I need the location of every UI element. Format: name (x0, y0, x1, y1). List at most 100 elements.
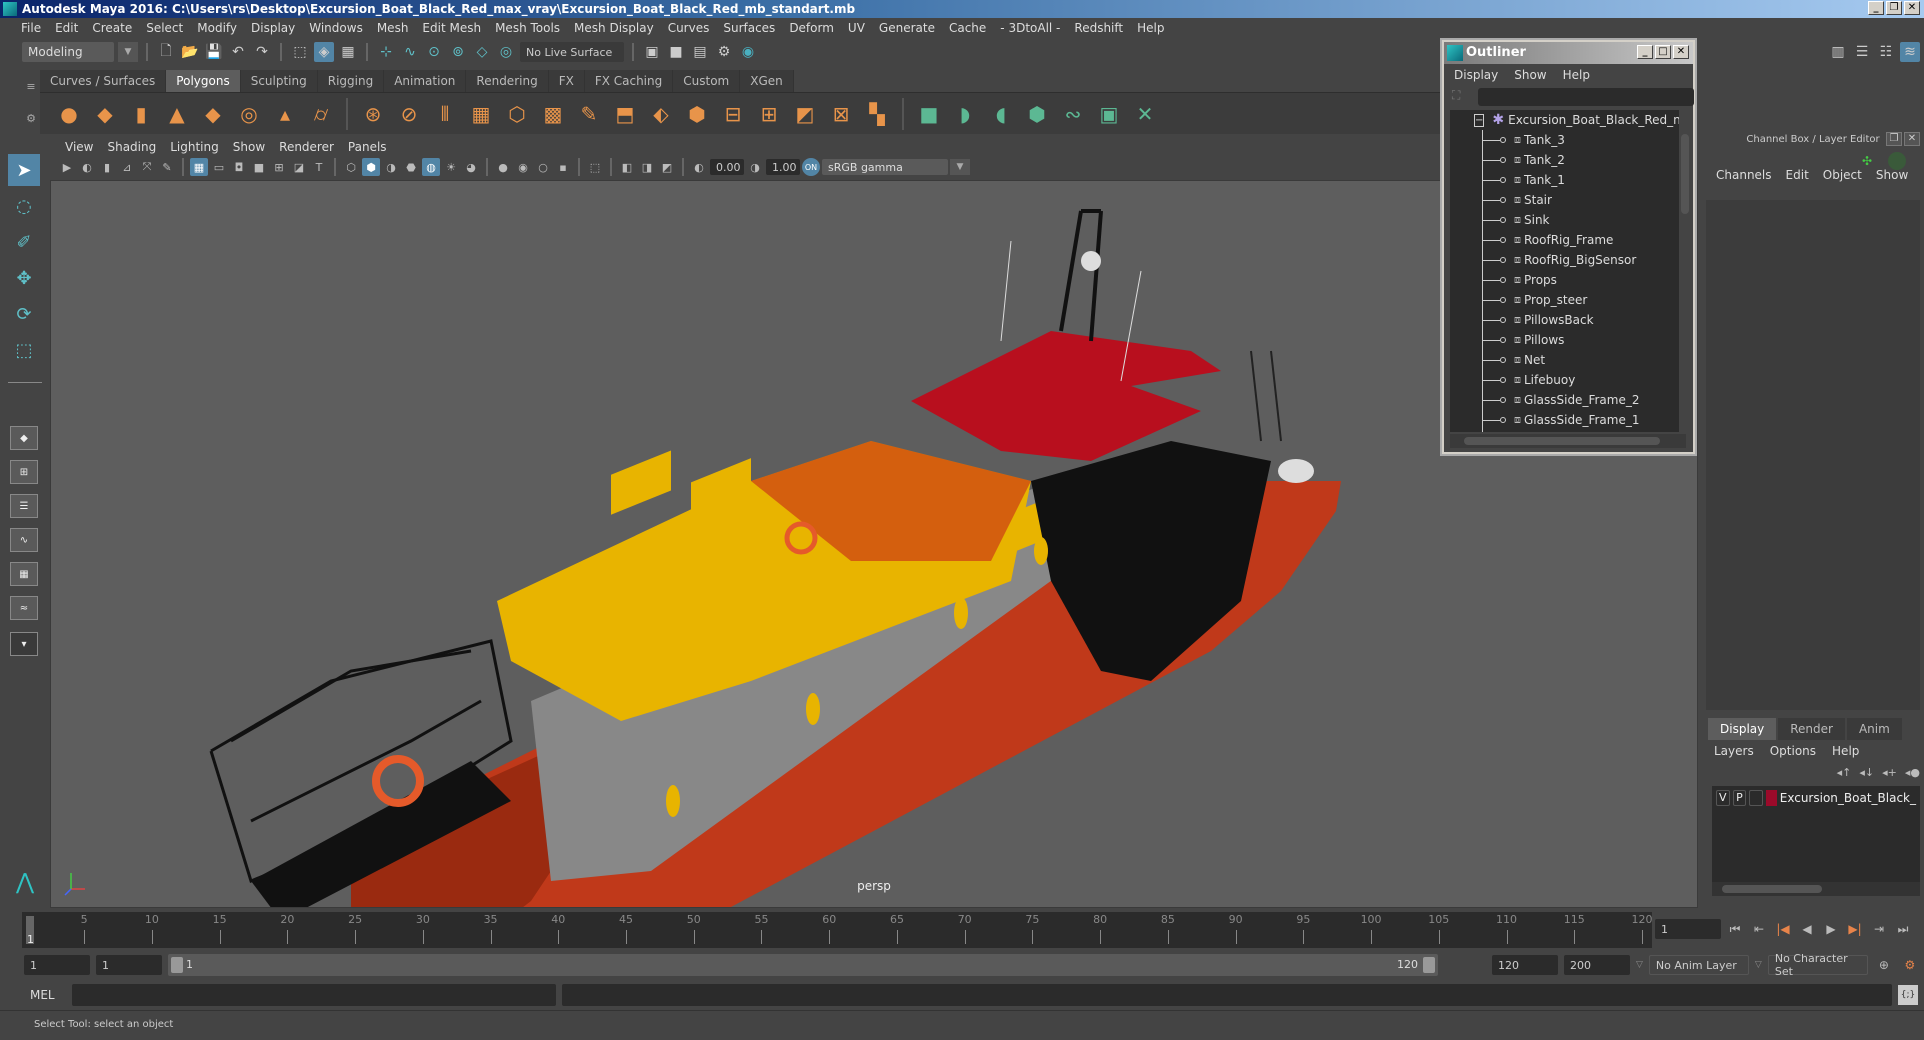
snap-grid-icon[interactable]: ⊹ (376, 42, 396, 62)
scale-tool-icon[interactable]: ⬚ (8, 334, 40, 366)
insert-edge-loop-icon[interactable]: ⊟ (718, 99, 748, 129)
screen-space-ao-icon[interactable]: ● (494, 158, 512, 176)
smooth-icon[interactable]: ▦ (466, 99, 496, 129)
unfold-uv-icon[interactable]: ∾ (1058, 99, 1088, 129)
panel-menu-show[interactable]: Show (226, 140, 272, 154)
step-back-frame-icon[interactable]: ⇤ (1749, 919, 1769, 939)
default-material-icon[interactable]: ◑ (382, 158, 400, 176)
close-button[interactable]: ✕ (1904, 1, 1920, 15)
poly-pipe-icon[interactable]: ⌭ (306, 99, 336, 129)
safe-action-icon[interactable]: ◪ (290, 158, 308, 176)
bevel-icon[interactable]: ⬢ (682, 99, 712, 129)
gate-mask-icon[interactable]: ■ (250, 158, 268, 176)
menu-display[interactable]: Display (244, 21, 302, 35)
shelf-tab-rigging[interactable]: Rigging (317, 70, 385, 92)
undo-icon[interactable]: ↶ (228, 42, 248, 62)
menu-help[interactable]: Help (1130, 21, 1171, 35)
channel-menu-edit[interactable]: Edit (1786, 168, 1809, 182)
open-scene-icon[interactable]: 📂 (180, 42, 200, 62)
layer-menu-options[interactable]: Options (1770, 744, 1816, 758)
smooth-shade-icon[interactable]: ⬢ (362, 158, 380, 176)
playback-end-field[interactable]: 120 (1492, 955, 1558, 975)
menu-mesh-display[interactable]: Mesh Display (567, 21, 661, 35)
move-tool-icon[interactable]: ✥ (8, 262, 40, 294)
shelf-menu-icon[interactable]: ≡ (26, 80, 35, 93)
outliner-item[interactable]: ⧈ Lifebuoy (1450, 370, 1686, 390)
outliner-root-item[interactable]: − ✱ Excursion_Boat_Black_Red_ncl1_1 (1450, 110, 1686, 130)
shelf-tab-fx[interactable]: FX (548, 70, 585, 92)
camera-select-icon[interactable]: ▶ (58, 158, 76, 176)
wireframe-on-shaded-icon[interactable]: ⬣ (402, 158, 420, 176)
safe-title-icon[interactable]: T (310, 158, 328, 176)
go-to-start-icon[interactable]: ⏮ (1725, 919, 1745, 939)
layer-menu-help[interactable]: Help (1832, 744, 1859, 758)
isolate-select-icon[interactable]: ⬚ (586, 158, 604, 176)
select-object-icon[interactable]: ◈ (314, 42, 334, 62)
outliner-item[interactable]: ⧈ GlassSide_Frame_2 (1450, 390, 1686, 410)
menu-edit-mesh[interactable]: Edit Mesh (415, 21, 488, 35)
live-surface-field[interactable]: No Live Surface (520, 42, 624, 62)
shelf-tab-xgen[interactable]: XGen (740, 70, 794, 92)
menu-cache[interactable]: Cache (942, 21, 993, 35)
snap-surface-icon[interactable]: ◇ (472, 42, 492, 62)
single-perspective-layout-icon[interactable]: ◆ (10, 426, 38, 450)
panel-menu-shading[interactable]: Shading (100, 140, 163, 154)
layer-horizontal-scrollbar[interactable] (1712, 882, 1920, 896)
cylindrical-uv-icon[interactable]: ◗ (950, 99, 980, 129)
menu-curves[interactable]: Curves (661, 21, 717, 35)
multi-cut-icon[interactable]: ✎ (574, 99, 604, 129)
bridge-icon[interactable]: ⬖ (646, 99, 676, 129)
outliner-item[interactable]: ⧈ Prop_steer (1450, 290, 1686, 310)
outliner-item[interactable]: ⧈ GlassSide_Frame_1 (1450, 410, 1686, 430)
outliner-item[interactable]: ⧈ Tank_2 (1450, 150, 1686, 170)
film-gate-icon[interactable]: ▭ (210, 158, 228, 176)
step-forward-key-icon[interactable]: ▶| (1845, 919, 1865, 939)
image-plane-icon[interactable]: ⊿ (118, 158, 136, 176)
grid-icon[interactable]: ▦ (190, 158, 208, 176)
mirror-icon[interactable]: ⫴ (430, 99, 460, 129)
outliner-vertical-scrollbar[interactable] (1679, 110, 1691, 432)
poly-plane-icon[interactable]: ◆ (198, 99, 228, 129)
poly-cube-icon[interactable]: ◆ (90, 99, 120, 129)
animation-end-field[interactable]: 200 (1564, 955, 1630, 975)
outliner-item[interactable]: ⧈ RoofRig_Frame (1450, 230, 1686, 250)
shelf-tab-polygons[interactable]: Polygons (166, 70, 241, 92)
shelf-tab-rendering[interactable]: Rendering (466, 70, 549, 92)
poly-torus-icon[interactable]: ◎ (234, 99, 264, 129)
manipulator-icon[interactable]: ✣ (1862, 154, 1872, 168)
select-hierarchy-icon[interactable]: ⬚ (290, 42, 310, 62)
outliner-item[interactable]: ⧈ Tank_1 (1450, 170, 1686, 190)
render-settings-icon[interactable]: ⚙ (714, 42, 734, 62)
panel-menu-lighting[interactable]: Lighting (163, 140, 226, 154)
character-set-dropdown[interactable]: No Character Set (1767, 952, 1868, 978)
attribute-editor-icon[interactable]: ☰ (1852, 42, 1872, 62)
outliner-item[interactable]: ⧈ Tank_3 (1450, 130, 1686, 150)
rotate-tool-icon[interactable]: ⟳ (8, 298, 40, 330)
outliner-menu-display[interactable]: Display (1454, 68, 1498, 82)
tool-settings-icon[interactable]: ☷ (1876, 42, 1896, 62)
command-input[interactable] (72, 984, 556, 1006)
lasso-tool-icon[interactable]: ◌ (8, 190, 40, 222)
animation-start-field[interactable]: 1 (24, 955, 90, 975)
exposure-field[interactable]: 0.00 (710, 159, 744, 175)
four-view-layout-icon[interactable]: ⊞ (10, 460, 38, 484)
anti-aliasing-icon[interactable]: ○ (534, 158, 552, 176)
snap-point-icon[interactable]: ⊙ (424, 42, 444, 62)
shelf-tab-animation[interactable]: Animation (384, 70, 467, 92)
uv-editor-icon[interactable]: ▣ (1094, 99, 1124, 129)
auto-key-icon[interactable]: ⊕ (1874, 955, 1894, 975)
layer-tab-anim[interactable]: Anim (1846, 718, 1902, 740)
persp-graph-outliner-layout-icon[interactable]: ≈ (10, 596, 38, 620)
move-layer-up-icon[interactable]: ◂↑ (1837, 766, 1852, 779)
range-start-handle[interactable] (171, 957, 183, 973)
ipr-render-icon[interactable]: ▤ (690, 42, 710, 62)
gamma-icon[interactable]: ◑ (746, 158, 764, 176)
spherical-uv-icon[interactable]: ◖ (986, 99, 1016, 129)
outliner-maximize-button[interactable]: □ (1655, 45, 1671, 59)
outliner-item[interactable]: ⧈ Net (1450, 350, 1686, 370)
extrude-icon[interactable]: ⬒ (610, 99, 640, 129)
shelf-settings-icon[interactable]: ⚙ (26, 112, 36, 125)
outliner-menu-show[interactable]: Show (1514, 68, 1546, 82)
combine-icon[interactable]: ⊛ (358, 99, 388, 129)
channel-menu-object[interactable]: Object (1823, 168, 1862, 182)
